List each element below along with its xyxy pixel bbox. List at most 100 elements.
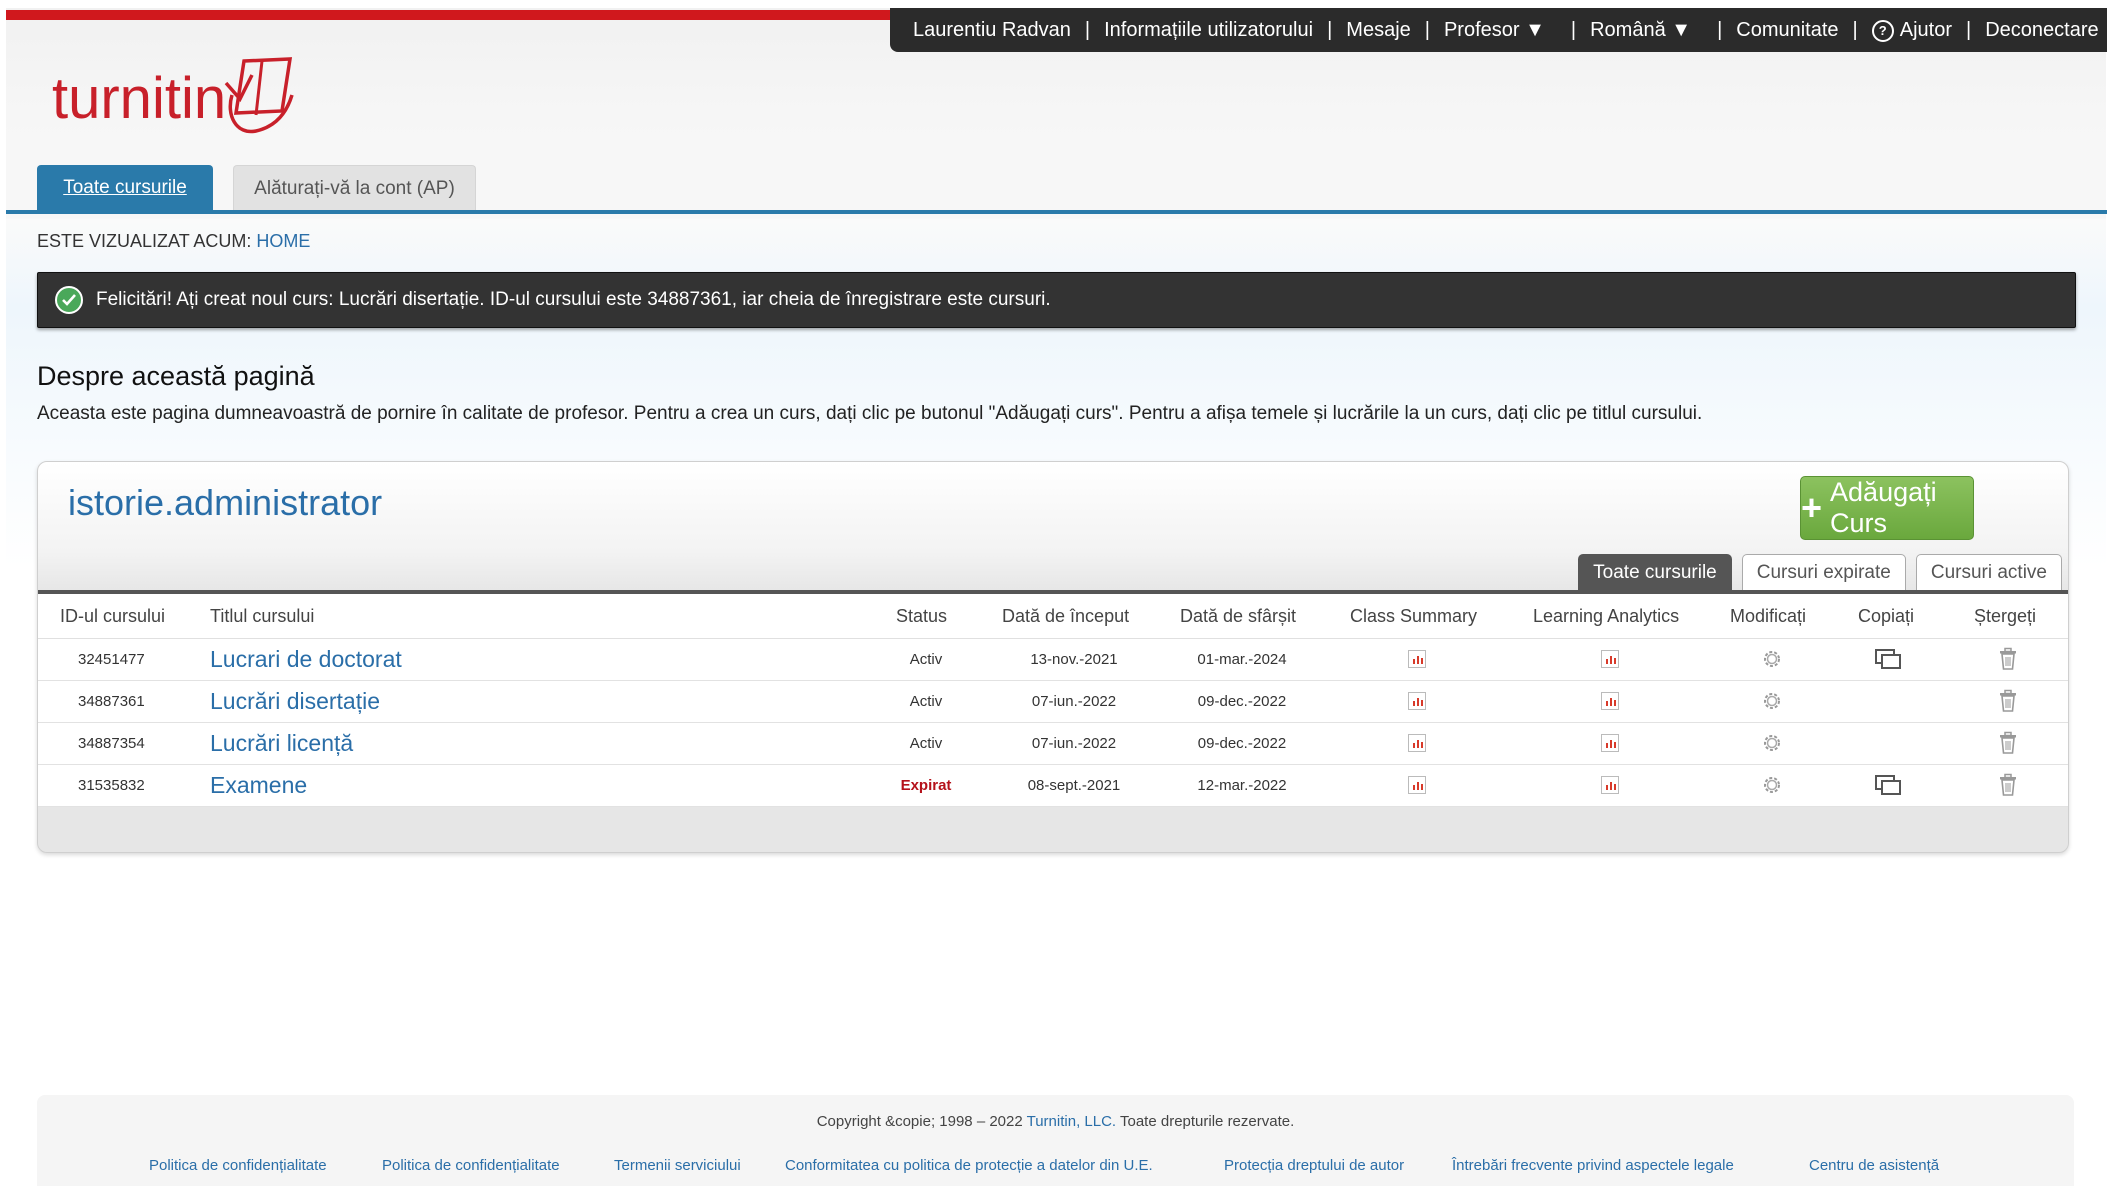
copy-course-button[interactable]	[1874, 764, 1902, 806]
course-filter-tabs: Toate cursurile Cursuri expirate Cursuri…	[1578, 554, 2062, 590]
copy-icon	[1875, 775, 1901, 795]
copy-course-button[interactable]	[1874, 638, 1902, 680]
footer-link-copyright-protection[interactable]: Protecția dreptului de autor	[1224, 1157, 1404, 1174]
nav-user-name[interactable]: Laurentiu Radvan	[913, 19, 1071, 42]
add-course-button[interactable]: + Adăugați Curs	[1800, 476, 1974, 540]
col-end-date: Dată de sfârșit	[1180, 606, 1297, 626]
tab-underline	[6, 210, 2107, 214]
col-course-id: ID-ul cursului	[60, 606, 166, 626]
panel-title: istorie.administrator	[68, 482, 383, 523]
turnitin-logo[interactable]: turnitin	[52, 56, 300, 140]
plus-icon: +	[1801, 487, 1823, 528]
panel-footer-bar	[38, 807, 2068, 852]
delete-course-button[interactable]	[1997, 680, 2019, 722]
trash-icon	[2000, 773, 2016, 796]
company-link[interactable]: Turnitin, LLC.	[1027, 1113, 1116, 1130]
col-learning-analytics: Learning Analytics	[1533, 606, 1680, 626]
breadcrumb-home[interactable]: HOME	[256, 231, 310, 251]
copy-icon	[1875, 649, 1901, 669]
class-summary-button[interactable]	[1408, 722, 1426, 764]
col-course-title: Titlul cursului	[210, 606, 315, 626]
edit-course-button[interactable]	[1760, 764, 1784, 806]
course-id: 31535832	[78, 776, 145, 794]
footer-link-gdpr[interactable]: Conformitatea cu politica de protecție a…	[785, 1157, 1153, 1174]
nav-role-dropdown[interactable]: Profesor ▼	[1444, 19, 1545, 42]
course-id: 32451477	[78, 650, 145, 668]
table-row: 34887361 Lucrări disertație Activ 07-iun.-2…	[38, 680, 2068, 723]
delete-course-button[interactable]	[1997, 764, 2019, 806]
edit-course-button[interactable]	[1760, 722, 1784, 764]
learning-analytics-button[interactable]	[1601, 638, 1619, 680]
delete-course-button[interactable]	[1997, 722, 2019, 764]
copyright-suffix: Toate drepturile rezervate.	[1120, 1113, 1295, 1130]
filter-tab-all[interactable]: Toate cursurile	[1578, 554, 1732, 590]
course-title-link[interactable]: Lucrari de doctorat	[210, 638, 402, 680]
tab-join-account[interactable]: Alăturați-vă la cont (AP)	[233, 165, 476, 211]
learning-analytics-button[interactable]	[1601, 680, 1619, 722]
course-title-link[interactable]: Examene	[210, 764, 307, 806]
gear-icon	[1764, 693, 1780, 709]
success-alert: Felicitări! Ați creat noul curs: Lucrări…	[37, 272, 2076, 328]
class-summary-button[interactable]	[1408, 764, 1426, 806]
nav-separator: |	[1084, 18, 1091, 41]
gear-icon	[1764, 777, 1780, 793]
delete-course-button[interactable]	[1997, 638, 2019, 680]
col-start-date: Dată de început	[1002, 606, 1130, 626]
help-icon: ?	[1871, 19, 1894, 42]
trash-icon	[2000, 731, 2016, 754]
edit-course-button[interactable]	[1760, 680, 1784, 722]
brand-stripe	[6, 10, 890, 20]
nav-help[interactable]: ? Ajutor	[1871, 18, 1952, 42]
nav-community[interactable]: Comunitate	[1736, 19, 1838, 42]
filter-tab-expired[interactable]: Cursuri expirate	[1741, 554, 1906, 590]
trash-icon	[2000, 647, 2016, 670]
course-panel: istorie.administrator + Adăugați Curs To…	[37, 461, 2069, 853]
course-title-link[interactable]: Lucrări licență	[210, 722, 353, 764]
col-status: Status	[896, 606, 948, 626]
learning-analytics-button[interactable]	[1601, 764, 1619, 806]
course-start-date: 07-iun.-2022	[1031, 734, 1117, 752]
tab-all-courses[interactable]: Toate cursurile	[37, 165, 213, 211]
nav-separator: |	[1966, 18, 1972, 41]
filter-tab-active[interactable]: Cursuri active	[1915, 554, 2062, 590]
nav-logout[interactable]: Deconectare	[1985, 19, 2098, 42]
nav-messages[interactable]: Mesaje	[1346, 19, 1410, 42]
nav-help-label: Ajutor	[1899, 18, 1952, 41]
footer-link-privacy[interactable]: Politica de confidențialitate	[149, 1157, 327, 1174]
class-summary-button[interactable]	[1408, 638, 1426, 680]
col-edit: Modificați	[1730, 606, 1807, 626]
nav-separator: |	[1852, 18, 1858, 41]
table-header: ID-ul cursului Titlul cursului Status Da…	[38, 594, 2068, 639]
chart-icon	[1601, 734, 1619, 752]
breadcrumb-label: ESTE VIZUALIZAT ACUM:	[37, 231, 252, 251]
table-row: 34887354 Lucrări licență Activ 07-iun.-2022…	[38, 722, 2068, 765]
course-title-link[interactable]: Lucrări disertație	[210, 680, 380, 722]
copyright-prefix: Copyright &copie; 1998 – 2022	[816, 1113, 1023, 1130]
footer-link-legal-faq[interactable]: Întrebări frecvente privind aspectele le…	[1452, 1157, 1734, 1174]
logo-page-icon	[224, 57, 294, 134]
add-course-label: Adăugați Curs	[1830, 477, 1937, 538]
footer-link-privacy-2[interactable]: Politica de confidențialitate	[382, 1157, 560, 1174]
chart-icon	[1601, 650, 1619, 668]
check-circle-icon	[55, 286, 83, 314]
footer-link-terms[interactable]: Termenii serviciului	[614, 1157, 741, 1174]
learning-analytics-button[interactable]	[1601, 722, 1619, 764]
nav-separator: |	[1424, 18, 1430, 41]
nav-user-info[interactable]: Informațiile utilizatorului	[1104, 19, 1313, 42]
gear-icon	[1764, 651, 1780, 667]
footer-link-help-center[interactable]: Centru de asistență	[1809, 1157, 1939, 1174]
course-start-date: 08-sept.-2021	[1027, 776, 1121, 794]
class-summary-button[interactable]	[1408, 680, 1426, 722]
course-status: Activ	[909, 692, 943, 710]
edit-course-button[interactable]	[1760, 638, 1784, 680]
chart-icon	[1408, 776, 1426, 794]
nav-separator: |	[1570, 18, 1577, 41]
course-start-date: 07-iun.-2022	[1031, 692, 1117, 710]
table-row: 31535832 Examene Expirat 08-sept.-2021 12-ma…	[38, 764, 2068, 807]
nav-language-dropdown[interactable]: Română ▼	[1590, 19, 1691, 42]
course-id: 34887361	[78, 692, 145, 710]
gear-icon	[1764, 735, 1780, 751]
alert-message: Felicitări! Ați creat noul curs: Lucrări…	[96, 289, 1051, 310]
col-copy: Copiați	[1858, 606, 1915, 626]
nav-separator: |	[1327, 18, 1333, 41]
